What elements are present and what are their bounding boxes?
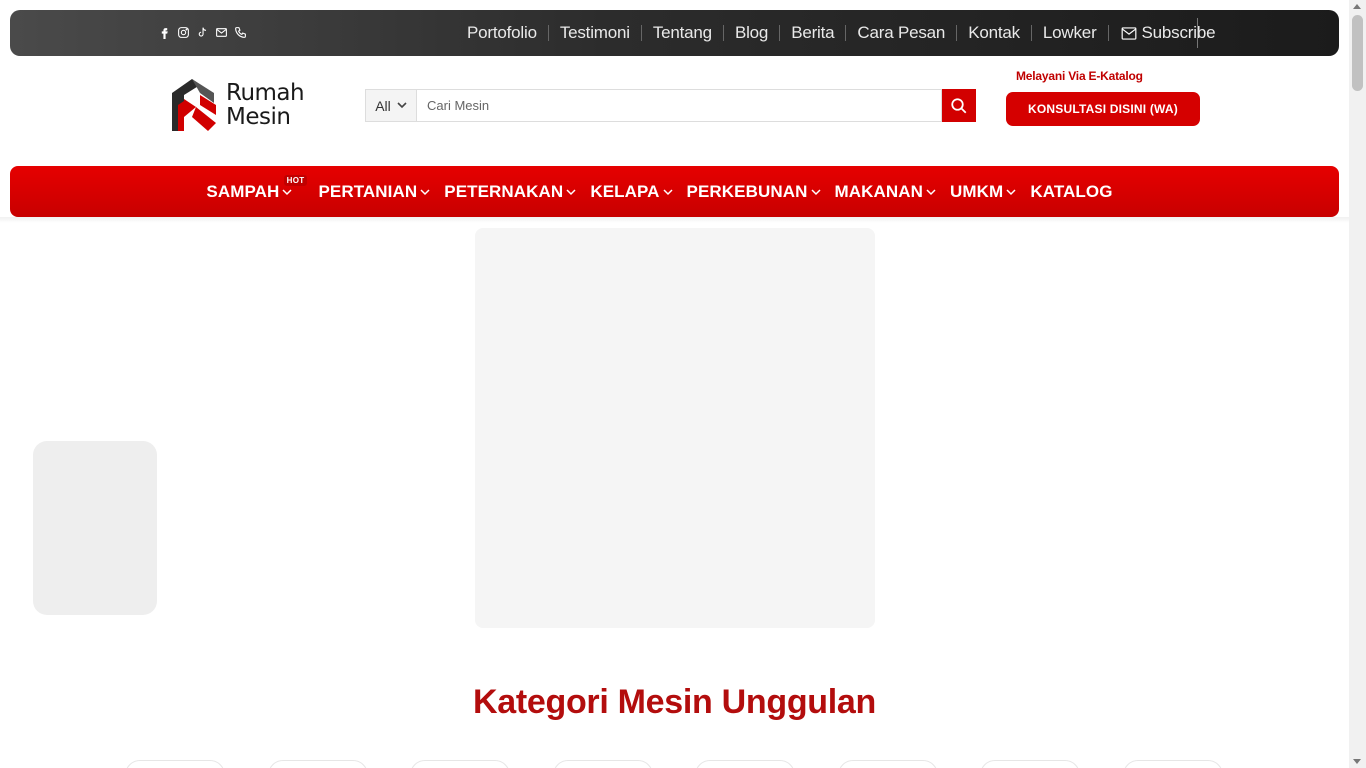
nav-label: KELAPA	[590, 181, 660, 201]
page-scrollbar[interactable]	[1349, 0, 1366, 768]
nav-item-katalog[interactable]: KATALOG	[1023, 182, 1119, 202]
side-banner-placeholder	[33, 441, 157, 615]
category-card[interactable]	[552, 760, 653, 768]
envelope-icon	[1121, 26, 1136, 40]
envelope-icon[interactable]	[215, 24, 228, 40]
nav-shadow	[0, 217, 1349, 223]
nav-item-makanan[interactable]: MAKANAN	[828, 182, 944, 202]
nav-label: KATALOG	[1030, 181, 1113, 201]
nav-item-peternakan[interactable]: PETERNAKAN	[437, 182, 583, 202]
main-nav: SAMPAH HOT PERTANIAN PETERNAKAN KELAPA P…	[10, 166, 1339, 217]
search-bar: All	[365, 89, 976, 122]
chevron-down-icon	[926, 189, 936, 196]
nav-item-umkm[interactable]: UMKM	[943, 182, 1023, 202]
nav-label: PERKEBUNAN	[686, 181, 808, 201]
hero-image-placeholder	[475, 228, 875, 628]
top-link-lowker[interactable]: Lowker	[1032, 24, 1109, 41]
chevron-down-icon	[282, 189, 292, 196]
hot-badge: HOT	[283, 174, 308, 186]
nav-label: SAMPAH	[206, 181, 280, 201]
search-button[interactable]	[942, 89, 976, 122]
scroll-down-arrow-icon[interactable]	[1353, 759, 1361, 764]
chevron-down-icon	[1006, 189, 1016, 196]
tiktok-icon[interactable]	[196, 24, 209, 40]
section-title: Kategori Mesin Unggulan	[472, 683, 876, 721]
category-card[interactable]	[695, 760, 795, 768]
search-category-value: All	[375, 97, 391, 114]
topbar-divider	[1197, 18, 1198, 48]
nav-item-perkebunan[interactable]: PERKEBUNAN	[680, 182, 828, 202]
subscribe-label: Subscribe	[1141, 23, 1216, 42]
chevron-down-icon	[663, 189, 673, 196]
nav-label: MAKANAN	[834, 181, 924, 201]
nav-item-sampah[interactable]: SAMPAH HOT	[199, 174, 308, 202]
top-link-tentang[interactable]: Tentang	[642, 24, 724, 41]
category-card[interactable]	[125, 760, 225, 768]
category-card[interactable]	[1122, 760, 1223, 768]
ekatalog-link[interactable]: Melayani Via E-Katalog	[1016, 69, 1143, 83]
logo-mark-icon	[172, 79, 216, 131]
nav-item-pertanian[interactable]: PERTANIAN	[311, 182, 437, 202]
top-link-kontak[interactable]: Kontak	[957, 24, 1032, 41]
top-nav: Portofolio Testimoni Tentang Blog Berita…	[456, 10, 1227, 56]
category-card[interactable]	[410, 760, 510, 768]
top-bar: Portofolio Testimoni Tentang Blog Berita…	[10, 10, 1339, 56]
category-card[interactable]	[980, 760, 1080, 768]
phone-icon[interactable]	[234, 24, 247, 40]
social-links	[158, 24, 247, 40]
logo-line-2: Mesin	[226, 104, 291, 130]
nav-label: UMKM	[950, 181, 1004, 201]
category-list	[125, 760, 1223, 768]
chevron-down-icon	[397, 102, 407, 109]
category-card[interactable]	[837, 760, 938, 768]
facebook-icon[interactable]	[158, 24, 171, 40]
search-input[interactable]	[417, 89, 942, 122]
search-category-select[interactable]: All	[365, 89, 417, 122]
site-logo[interactable]: Rumah Mesin	[170, 77, 320, 135]
subscribe-link[interactable]: Subscribe	[1109, 23, 1228, 42]
nav-label: PETERNAKAN	[444, 181, 564, 201]
chevron-down-icon	[420, 189, 430, 196]
top-link-portofolio[interactable]: Portofolio	[456, 24, 549, 41]
chevron-down-icon	[810, 189, 821, 196]
chevron-down-icon	[566, 189, 576, 196]
logo-text: Rumah Mesin	[226, 80, 305, 130]
logo-line-1: Rumah	[226, 80, 305, 106]
scroll-up-arrow-icon[interactable]	[1353, 4, 1361, 9]
category-card[interactable]	[267, 760, 368, 768]
instagram-icon[interactable]	[177, 24, 190, 40]
nav-label: PERTANIAN	[318, 181, 418, 201]
top-link-berita[interactable]: Berita	[780, 24, 847, 41]
top-link-cara-pesan[interactable]: Cara Pesan	[846, 24, 958, 41]
search-icon	[951, 97, 967, 113]
nav-item-kelapa[interactable]: KELAPA	[583, 182, 679, 202]
top-link-blog[interactable]: Blog	[724, 24, 781, 41]
consult-whatsapp-button[interactable]: KONSULTASI DISINI (WA)	[1006, 92, 1200, 126]
scrollbar-thumb[interactable]	[1352, 15, 1363, 91]
top-link-testimoni[interactable]: Testimoni	[549, 24, 642, 41]
